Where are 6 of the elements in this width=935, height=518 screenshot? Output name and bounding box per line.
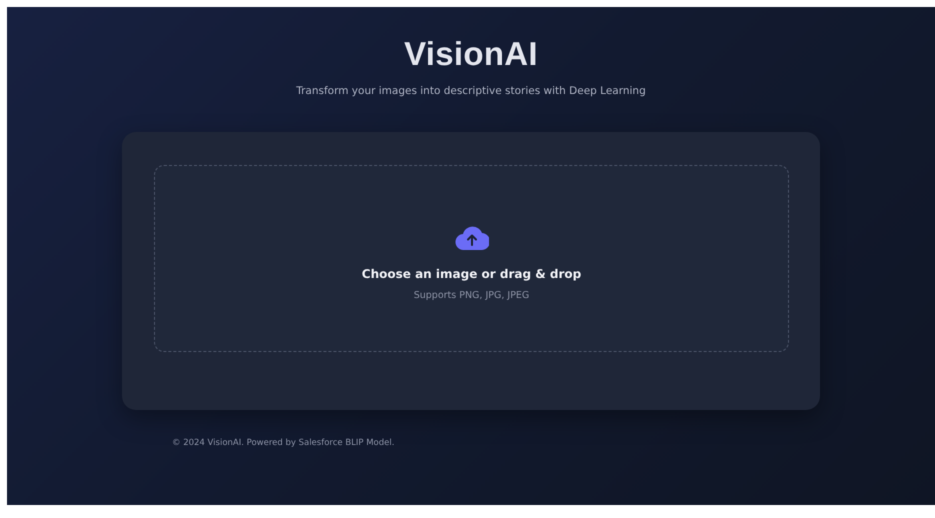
supported-formats: Supports PNG, JPG, JPEG (414, 290, 530, 300)
upload-prompt: Choose an image or drag & drop (362, 266, 582, 280)
drop-zone[interactable]: Choose an image or drag & drop Supports PNG, JPG, JPEG (154, 165, 789, 352)
footer-text: © 2024 VisionAI. Powered by Salesforce BLIP Model. (172, 438, 394, 448)
app-title: VisionAI (404, 35, 538, 73)
app-subtitle: Transform your images into descriptive stories with Deep Learning (296, 85, 646, 97)
